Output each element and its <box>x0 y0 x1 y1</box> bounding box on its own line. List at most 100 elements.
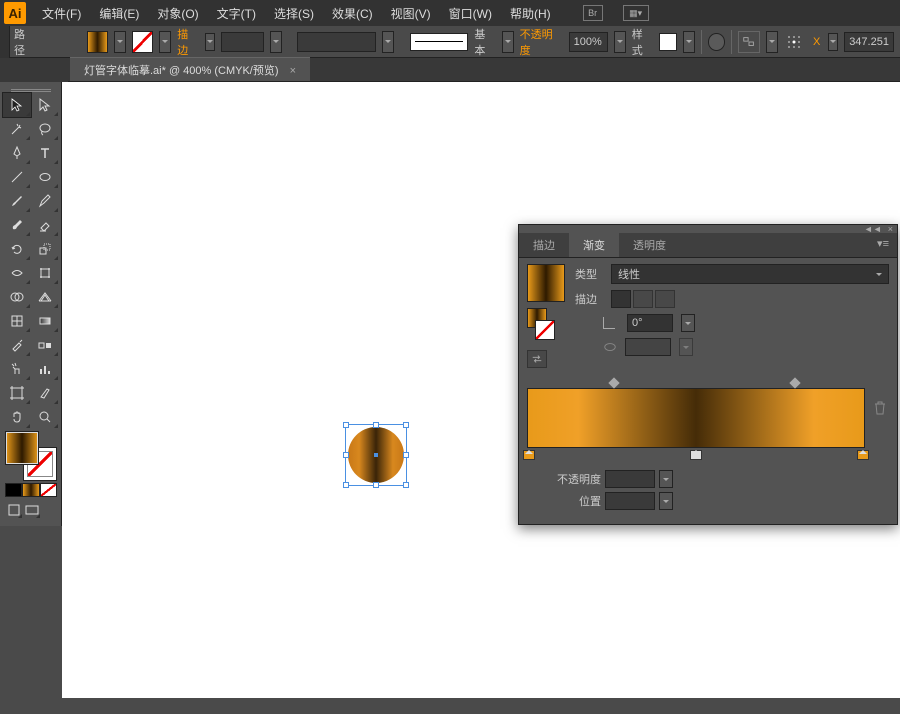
none-mode-icon[interactable] <box>40 483 57 497</box>
mesh-tool[interactable] <box>3 309 31 333</box>
panel-menu-icon[interactable]: ▾≡ <box>869 233 897 257</box>
gradient-tool[interactable] <box>31 309 59 333</box>
stroke-gradient-across-icon[interactable] <box>655 290 675 308</box>
gradient-angle-field[interactable]: 0° <box>627 314 673 332</box>
stop-position-dropdown[interactable] <box>659 492 673 510</box>
blob-brush-tool[interactable] <box>3 213 31 237</box>
free-transform-tool[interactable] <box>31 261 59 285</box>
opacity-field[interactable]: 100% <box>569 32 608 52</box>
stroke-weight-stepper[interactable] <box>205 33 215 51</box>
align-dropdown[interactable] <box>766 31 778 53</box>
document-tab[interactable]: 灯管字体临摹.ai* @ 400% (CMYK/预览) × <box>70 57 310 81</box>
hand-tool[interactable] <box>3 405 31 429</box>
scale-tool[interactable] <box>31 237 59 261</box>
resize-handle-tl[interactable] <box>343 422 349 428</box>
gradient-midpoint-left[interactable] <box>609 377 620 388</box>
x-stepper[interactable] <box>828 33 838 51</box>
stroke-dropdown[interactable] <box>159 31 171 53</box>
resize-handle-bm[interactable] <box>373 482 379 488</box>
style-dropdown[interactable] <box>683 31 695 53</box>
stroke-gradient-along-icon[interactable] <box>633 290 653 308</box>
menu-window[interactable]: 窗口(W) <box>441 2 500 25</box>
delete-stop-icon[interactable] <box>873 400 887 416</box>
menu-effect[interactable]: 效果(C) <box>324 2 381 25</box>
gradient-ramp[interactable] <box>527 388 865 448</box>
gradient-midpoint-right[interactable] <box>790 377 801 388</box>
brush-dropdown[interactable] <box>502 31 514 53</box>
selection-tool[interactable] <box>3 93 31 117</box>
resize-handle-tm[interactable] <box>373 422 379 428</box>
transform-anchor-icon[interactable] <box>784 31 806 53</box>
eraser-tool[interactable] <box>31 213 59 237</box>
toolbox-grip[interactable] <box>3 85 59 93</box>
lasso-tool[interactable] <box>31 117 59 141</box>
menu-object[interactable]: 对象(O) <box>149 2 206 25</box>
slice-tool[interactable] <box>31 381 59 405</box>
resize-handle-tr[interactable] <box>403 422 409 428</box>
line-tool[interactable] <box>3 165 31 189</box>
resize-handle-ml[interactable] <box>343 452 349 458</box>
width-tool[interactable] <box>3 261 31 285</box>
pen-tool[interactable] <box>3 141 31 165</box>
paintbrush-tool[interactable] <box>3 189 31 213</box>
gradient-type-select[interactable]: 线性 <box>611 264 889 284</box>
magic-wand-tool[interactable] <box>3 117 31 141</box>
artboard-tool[interactable] <box>3 381 31 405</box>
fill-stroke-indicator[interactable] <box>3 429 59 483</box>
variable-width-dropdown[interactable] <box>382 31 394 53</box>
resize-handle-mr[interactable] <box>403 452 409 458</box>
x-coord-field[interactable]: 347.251 <box>844 32 894 52</box>
menu-edit[interactable]: 编辑(E) <box>91 2 147 25</box>
zoom-tool[interactable] <box>31 405 59 429</box>
stop-opacity-field[interactable] <box>605 470 655 488</box>
gradient-preview-swatch[interactable] <box>527 264 565 302</box>
menu-view[interactable]: 视图(V) <box>383 2 439 25</box>
direct-selection-tool[interactable] <box>31 93 59 117</box>
eyedropper-tool[interactable] <box>3 333 31 357</box>
gradient-stop-1[interactable] <box>523 446 535 460</box>
type-tool[interactable] <box>31 141 59 165</box>
angle-dropdown[interactable] <box>681 314 695 332</box>
shape-builder-tool[interactable] <box>3 285 31 309</box>
pencil-tool[interactable] <box>31 189 59 213</box>
center-point[interactable] <box>374 453 378 457</box>
stroke-weight-field[interactable] <box>221 32 264 52</box>
resize-handle-br[interactable] <box>403 482 409 488</box>
rotate-tool[interactable] <box>3 237 31 261</box>
blend-tool[interactable] <box>31 333 59 357</box>
symbol-sprayer-tool[interactable] <box>3 357 31 381</box>
column-graph-tool[interactable] <box>31 357 59 381</box>
variable-width-profile[interactable] <box>297 32 375 52</box>
gradient-stop-3[interactable] <box>857 446 869 460</box>
perspective-grid-tool[interactable] <box>31 285 59 309</box>
stop-opacity-dropdown[interactable] <box>659 470 673 488</box>
stroke-label[interactable]: 描边 <box>177 26 199 58</box>
menu-help[interactable]: 帮助(H) <box>502 2 559 25</box>
menu-select[interactable]: 选择(S) <box>266 2 322 25</box>
stroke-weight-dropdown[interactable] <box>270 31 282 53</box>
gradient-mode-icon[interactable] <box>22 483 39 497</box>
fill-dropdown[interactable] <box>114 31 126 53</box>
ellipse-tool[interactable] <box>31 165 59 189</box>
arrange-documents-icon[interactable]: ▦▾ <box>623 5 649 21</box>
gradient-stroke-swatch[interactable] <box>535 320 555 340</box>
reverse-gradient-icon[interactable] <box>527 350 547 368</box>
tab-close-icon[interactable]: × <box>290 65 296 77</box>
draw-mode-icon[interactable] <box>5 501 23 519</box>
stroke-swatch[interactable] <box>132 31 154 53</box>
gradient-stop-2[interactable] <box>690 446 702 460</box>
recolor-artwork-icon[interactable] <box>708 33 726 51</box>
stop-position-field[interactable] <box>605 492 655 510</box>
style-swatch[interactable] <box>659 33 677 51</box>
screen-mode-icon[interactable] <box>23 501 41 519</box>
bridge-icon[interactable]: Br <box>583 5 603 21</box>
fill-swatch[interactable] <box>87 31 109 53</box>
opacity-label[interactable]: 不透明度 <box>520 26 563 58</box>
stroke-gradient-within-icon[interactable] <box>611 290 631 308</box>
tab-stroke[interactable]: 描边 <box>519 233 569 257</box>
resize-handle-bl[interactable] <box>343 482 349 488</box>
opacity-dropdown[interactable] <box>614 31 626 53</box>
tab-gradient[interactable]: 渐变 <box>569 233 619 257</box>
menu-file[interactable]: 文件(F) <box>34 2 89 25</box>
menu-text[interactable]: 文字(T) <box>209 2 264 25</box>
